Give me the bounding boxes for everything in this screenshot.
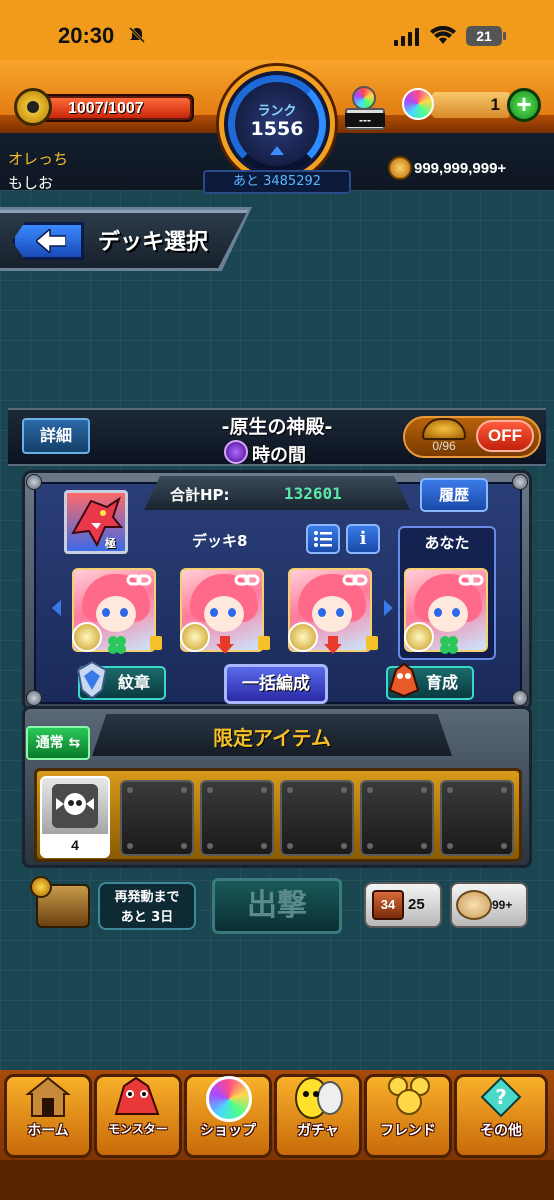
quest-stage-icon (224, 440, 248, 464)
reactivate-line1: 再発動まで (114, 890, 180, 905)
stamina-icon (14, 88, 52, 126)
player-title: オレっち (8, 150, 69, 168)
train-monster-icon (388, 662, 420, 698)
exp-to-next: あと 3485292 (203, 170, 351, 194)
battery-indicator: 21 (466, 26, 506, 46)
your-slot-label: あなた (424, 534, 470, 552)
link-icon (126, 574, 152, 586)
nav-home-label: ホーム (27, 1123, 69, 1139)
item-slot-empty[interactable] (360, 780, 434, 856)
screw-icon (512, 690, 528, 706)
gacha-icon (295, 1077, 343, 1119)
signal-icon (394, 28, 419, 46)
quest-stage-name: 時の間 (252, 445, 306, 466)
status-time: 20:30 (58, 23, 115, 48)
quest-name: -原生の神殿- (221, 416, 333, 438)
orb-icon (402, 88, 434, 120)
item-count: 4 (42, 834, 108, 856)
page-title: デッキ選択 (98, 230, 209, 255)
hp-value: 132601 (284, 484, 342, 503)
stamina-value: 1007/1007 (68, 100, 144, 117)
nav-gacha-label: ガチャ (297, 1123, 339, 1139)
item-slot-empty[interactable] (280, 780, 354, 856)
deck-name: デッキ8 (192, 532, 248, 550)
dragon-icon (71, 496, 124, 548)
friend-icon (388, 1076, 430, 1115)
leader-monster-thumbnail[interactable]: 極 (64, 490, 128, 554)
deck-next-arrow-icon[interactable] (384, 600, 393, 616)
shop-orb-icon (206, 1076, 252, 1122)
deck-prev-arrow-icon[interactable] (52, 600, 61, 616)
monster-icon (114, 1076, 160, 1115)
rank-pointer-icon (270, 146, 284, 155)
item-slot-empty[interactable] (200, 780, 274, 856)
item-mode-label: 通常 (35, 735, 64, 751)
capsule-icon[interactable] (352, 86, 376, 110)
home-icon (25, 1076, 71, 1117)
clover-icon (108, 636, 126, 654)
buy-orb-button[interactable]: + (507, 88, 541, 122)
wifi-icon (430, 26, 456, 44)
arrow-down-icon (324, 636, 342, 654)
arrow-down-icon (216, 636, 234, 654)
clover-icon (440, 636, 458, 654)
deck-info-button[interactable]: i (346, 524, 380, 554)
item-slot-empty[interactable] (440, 780, 514, 856)
nav-monster-label: モンスター (108, 1122, 168, 1136)
quest-detail-button[interactable]: 詳細 (22, 418, 90, 454)
lock-icon (366, 636, 378, 650)
player-name: もしお (8, 174, 54, 192)
link-icon (342, 574, 368, 586)
lock-icon (258, 636, 270, 650)
coin-icon (388, 156, 412, 180)
auto-off-button[interactable]: OFF (476, 420, 534, 452)
screw-icon (512, 474, 528, 490)
sortie-button[interactable]: 出撃 (212, 878, 342, 934)
link-icon (234, 574, 260, 586)
svg-text:?: ? (495, 1085, 507, 1109)
back-arrow-icon (36, 229, 66, 253)
rank-label: ランク (257, 104, 297, 119)
history-button[interactable]: 履歴 (420, 478, 488, 512)
list-icon (314, 531, 332, 547)
hp-label: 合計HP: (170, 486, 230, 504)
cookie-count: 99+ (492, 898, 513, 912)
bulk-edit-button[interactable]: 一括編成 (224, 664, 328, 704)
nav-friend-label: フレンド (380, 1123, 436, 1139)
swap-icon: ⇆ (63, 735, 81, 751)
item-mode-toggle[interactable]: 通常 ⇆ (26, 726, 90, 760)
lock-icon (150, 636, 162, 650)
item-slot-empty[interactable] (120, 780, 194, 856)
dice-count: 25 (408, 896, 425, 913)
orb-count: 1 (490, 95, 500, 114)
element-badge-icon (404, 622, 434, 652)
emblem-icon (76, 660, 108, 700)
rank-value: 1556 (250, 118, 304, 140)
auto-count: 0/96 (432, 439, 456, 453)
element-badge-icon (72, 622, 102, 652)
capsule-text: --- (345, 113, 385, 127)
bell-muted-icon (128, 26, 146, 44)
cookie-icon (456, 890, 492, 920)
dice-icon: 34 (372, 890, 404, 920)
reactivate-line2: あと 3日 (120, 910, 174, 925)
coin-count: 999,999,999+ (414, 160, 507, 177)
nav-shop-label: ショップ (200, 1123, 256, 1139)
leader-tag: 極 (105, 537, 116, 550)
items-title: 限定アイテム (213, 726, 331, 750)
link-icon (458, 574, 484, 586)
deck-list-button[interactable] (306, 524, 340, 554)
home-indicator-bar (0, 1160, 554, 1200)
screw-icon (26, 474, 42, 490)
skull-item-icon (52, 784, 98, 828)
nav-other-label: その他 (480, 1123, 522, 1139)
element-badge-icon (180, 622, 210, 652)
chest-badge-icon (30, 876, 52, 898)
element-badge-icon (288, 622, 318, 652)
screw-icon (26, 690, 42, 706)
other-icon: ? (480, 1076, 522, 1118)
